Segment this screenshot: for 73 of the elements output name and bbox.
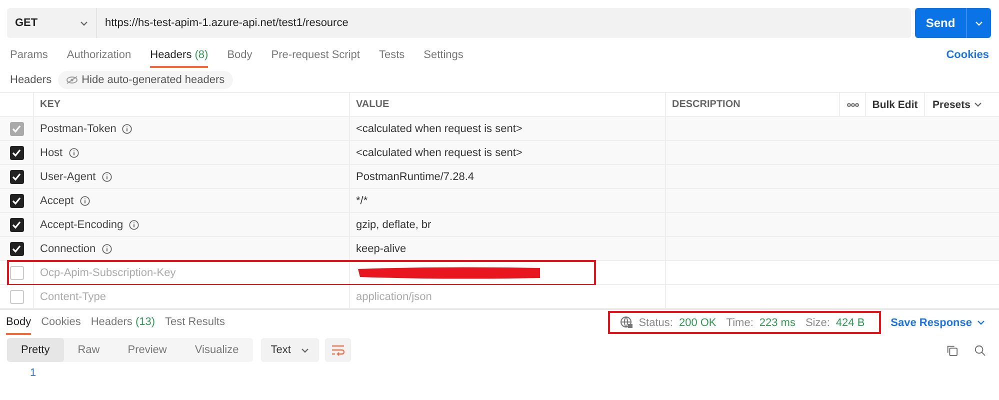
header-checkbox[interactable] xyxy=(10,146,24,160)
header-checkbox[interactable] xyxy=(10,242,24,256)
response-tab[interactable]: Cookies xyxy=(41,310,81,335)
header-key: Ocp-Apim-Subscription-Key xyxy=(40,266,176,278)
bulk-edit-button[interactable]: Bulk Edit xyxy=(866,93,925,116)
header-key: Host xyxy=(40,146,63,158)
response-tab[interactable]: Body xyxy=(6,310,32,335)
header-value: application/json xyxy=(356,290,432,302)
status-label: Status: xyxy=(638,316,673,328)
header-key: User-Agent xyxy=(40,170,96,182)
status-label: Size: xyxy=(805,316,830,328)
header-key: Connection xyxy=(40,242,96,254)
cookies-link[interactable]: Cookies xyxy=(946,49,989,61)
view-mode-option[interactable]: Visualize xyxy=(180,338,253,362)
format-dropdown[interactable]: Text xyxy=(260,338,319,362)
caret-icon xyxy=(977,320,985,325)
header-value: */* xyxy=(356,194,368,206)
view-mode-option[interactable]: Pretty xyxy=(7,338,64,362)
status-label: Time: xyxy=(726,316,754,328)
wrap-lines-icon xyxy=(330,344,345,356)
header-key: Accept xyxy=(40,194,74,206)
method-dropdown[interactable]: GET xyxy=(7,8,97,38)
request-tab[interactable]: Tests xyxy=(378,42,405,68)
request-tab[interactable]: Params xyxy=(10,42,48,68)
url-field[interactable]: https://hs-test-apim-1.azure-api.net/test1/resource xyxy=(97,8,356,38)
column-header: VALUE xyxy=(350,93,666,116)
save-response-button[interactable]: Save Response xyxy=(884,316,991,330)
copy-icon xyxy=(946,344,958,356)
header-value: keep-alive xyxy=(356,242,406,254)
request-tab[interactable]: Authorization xyxy=(66,42,132,68)
header-checkbox[interactable] xyxy=(10,170,24,184)
header-value: <calculated when request is sent> xyxy=(356,122,522,134)
eye-off-icon xyxy=(66,76,78,84)
status-value: 424 B xyxy=(836,316,865,328)
caret-icon xyxy=(80,20,88,26)
send-button[interactable]: Send xyxy=(915,8,967,38)
request-tab[interactable]: Headers (8) xyxy=(150,42,208,68)
column-header: KEY xyxy=(34,93,350,116)
line-number: 1 xyxy=(30,367,36,379)
column-header: DESCRIPTION xyxy=(666,93,840,116)
check-icon xyxy=(12,244,21,252)
request-tab[interactable]: Pre-request Script xyxy=(271,42,360,68)
header-key: Content-Type xyxy=(40,290,106,302)
header-key: Accept-Encoding xyxy=(40,218,124,230)
header-key: Postman-Token xyxy=(40,122,116,134)
dots-icon xyxy=(846,102,858,106)
check-icon xyxy=(12,124,21,132)
check-icon xyxy=(12,172,21,180)
check-icon xyxy=(12,220,21,228)
presets-dropdown[interactable]: Presets xyxy=(925,93,990,116)
header-value: <calculated when request is sent> xyxy=(356,146,522,158)
header-value: gzip, deflate, br xyxy=(356,218,432,230)
response-tab[interactable]: Headers (13) xyxy=(90,310,156,335)
request-tab[interactable]: Settings xyxy=(424,42,464,68)
globe-lock-icon xyxy=(620,316,633,329)
caret-icon xyxy=(300,348,309,352)
caret-icon xyxy=(975,20,983,26)
header-checkbox[interactable] xyxy=(10,194,24,208)
headers-label: Headers xyxy=(10,74,52,86)
view-mode-option[interactable]: Raw xyxy=(64,338,114,362)
hide-headers-toggle[interactable]: Hide auto-generated headers xyxy=(58,71,233,89)
view-mode-option[interactable]: Preview xyxy=(114,338,181,362)
wrap-lines-button[interactable] xyxy=(324,338,351,362)
status-value: 200 OK xyxy=(678,316,716,328)
status-value: 223 ms xyxy=(759,316,796,328)
response-tab[interactable]: Test Results xyxy=(165,310,225,335)
check-icon xyxy=(12,196,21,204)
caret-icon xyxy=(974,102,982,107)
search-icon xyxy=(974,344,986,356)
check-icon xyxy=(12,148,21,156)
request-tab[interactable]: Body xyxy=(227,42,252,68)
header-value: PostmanRuntime/7.28.4 xyxy=(356,170,474,182)
header-checkbox[interactable] xyxy=(10,218,24,232)
